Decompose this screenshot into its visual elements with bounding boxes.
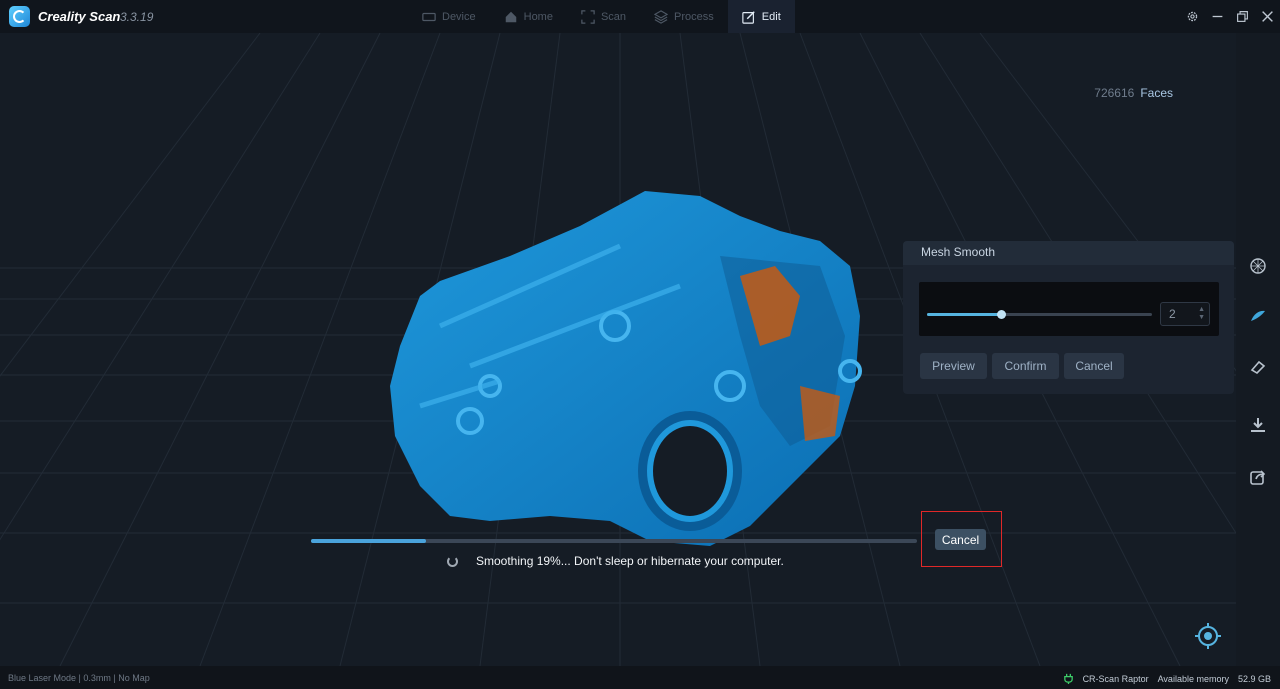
locate-view-icon[interactable] [1194,622,1222,650]
app-name: Creality Scan [38,9,121,24]
edit-tool-button[interactable] [1247,356,1269,378]
tab-device[interactable]: Device [408,0,490,33]
minimize-icon [1212,15,1223,18]
mesh-smooth-title: Mesh Smooth [903,241,1234,265]
tab-process[interactable]: Process [640,0,728,33]
slider-thumb[interactable] [997,310,1007,319]
tab-home[interactable]: Home [490,0,567,33]
share-button[interactable] [1247,466,1269,488]
device-name: CR-Scan Raptor [1082,673,1149,684]
tab-home-label: Home [523,10,553,23]
tab-scan[interactable]: Scan [567,0,640,33]
smooth-level-spinbox[interactable]: 2 ▲ ▼ [1160,302,1210,326]
settings-button[interactable] [1180,0,1205,33]
connection-plug-icon [1063,673,1073,684]
loading-spinner-icon [447,556,458,567]
close-icon [1262,11,1273,22]
restore-button[interactable] [1230,0,1255,33]
memory-label: Available memory [1157,673,1229,684]
app-window: Creality Scan 3.3.19 Device Home Scan Pr… [0,0,1280,689]
download-icon [1251,418,1265,432]
memory-value: 52.9 GB [1237,673,1271,684]
slider-fill [927,313,1002,316]
tab-scan-label: Scan [600,10,627,23]
smoothing-progress-bar [311,539,917,543]
right-toolbar [1236,33,1280,666]
mesh-sphere-icon [1250,258,1266,274]
scan-icon [581,9,595,24]
smooth-level-value: 2 [1169,307,1176,321]
mesh-tool-button[interactable] [1247,255,1269,277]
tab-edit[interactable]: Edit [727,0,795,33]
status-bar: Blue Laser Mode | 0.3mm | No Map CR-Scan… [0,666,1280,689]
gear-icon [1187,11,1198,22]
restore-icon [1237,11,1248,22]
title-bar: Creality Scan 3.3.19 Device Home Scan Pr… [0,0,1280,33]
scanned-mesh-model[interactable] [380,186,870,556]
preview-button[interactable]: Preview [920,353,987,379]
progress-cancel-button[interactable]: Cancel [935,529,986,550]
tab-process-label: Process [674,10,714,23]
layers-icon [654,9,669,24]
face-count-label: Faces [1140,86,1173,100]
spin-arrows-icon[interactable]: ▲ ▼ [1198,306,1205,322]
main-tabs: Device Home Scan Process Edit [408,0,795,33]
panel-cancel-button[interactable]: Cancel [1064,353,1124,379]
eraser-icon [1250,360,1266,375]
device-icon [422,12,436,21]
tab-edit-label: Edit [761,10,781,23]
status-right: CR-Scan Raptor Available memory 52.9 GB [1063,673,1271,684]
close-button[interactable] [1255,0,1280,33]
smooth-level-control: 2 ▲ ▼ [919,282,1219,336]
edit-icon [742,10,755,24]
smooth-level-slider[interactable] [927,310,1152,319]
window-controls [1180,0,1280,33]
minimize-button[interactable] [1205,0,1230,33]
app-logo-icon [9,6,30,27]
confirm-button[interactable]: Confirm [992,353,1059,379]
face-count: 726616 Faces [1094,86,1173,100]
export-button[interactable] [1247,414,1269,436]
progress-message: Smoothing 19%... Don't sleep or hibernat… [476,554,784,568]
scan-mode-status: Blue Laser Mode | 0.3mm | No Map [8,673,150,683]
smooth-brush-icon [1251,310,1265,321]
face-count-value: 726616 [1094,86,1135,100]
tab-device-label: Device [442,10,476,23]
smooth-tool-button[interactable] [1247,305,1269,327]
app-version: 3.3.19 [120,10,154,24]
share-icon [1250,470,1266,485]
home-icon [505,11,516,22]
mesh-smooth-panel: Mesh Smooth 2 ▲ ▼ Preview Confirm Cancel [903,241,1234,394]
progress-fill [311,539,427,543]
